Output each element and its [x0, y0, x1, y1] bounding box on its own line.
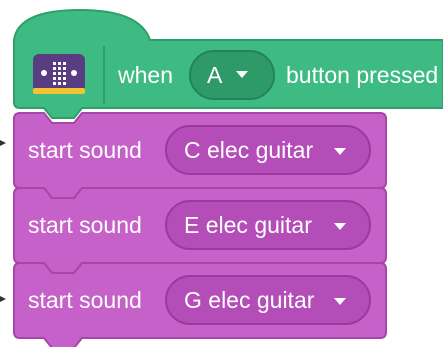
button-dropdown[interactable]: A [189, 50, 275, 100]
start-sound-label: start sound [28, 137, 142, 163]
start-sound-label: start sound [28, 212, 142, 238]
sound-dropdown-value: E elec guitar [184, 212, 312, 238]
start-sound-block[interactable]: start sound G elec guitar [13, 262, 387, 347]
hat-prefix-label: when [117, 62, 173, 88]
connection-marker [0, 296, 6, 302]
workspace-canvas: when A button pressed start sound C elec … [0, 8, 443, 347]
sound-dropdown[interactable]: G elec guitar [165, 275, 371, 325]
microbit-icon [33, 54, 85, 94]
sound-dropdown[interactable]: E elec guitar [165, 200, 371, 250]
hat-suffix-label: button pressed [286, 62, 438, 88]
sound-dropdown-value: C elec guitar [184, 137, 313, 163]
sound-block-stack: start sound C elec guitar start sound E ele… [13, 112, 387, 347]
sound-dropdown-value: G elec guitar [184, 287, 315, 313]
when-button-pressed-block[interactable]: when A button pressed [13, 8, 443, 119]
sound-dropdown[interactable]: C elec guitar [165, 125, 371, 175]
start-sound-block[interactable]: start sound C elec guitar [13, 112, 387, 199]
connection-marker [0, 140, 6, 146]
button-dropdown-value: A [207, 62, 223, 88]
start-sound-block[interactable]: start sound E elec guitar [13, 187, 387, 274]
start-sound-label: start sound [28, 287, 142, 313]
